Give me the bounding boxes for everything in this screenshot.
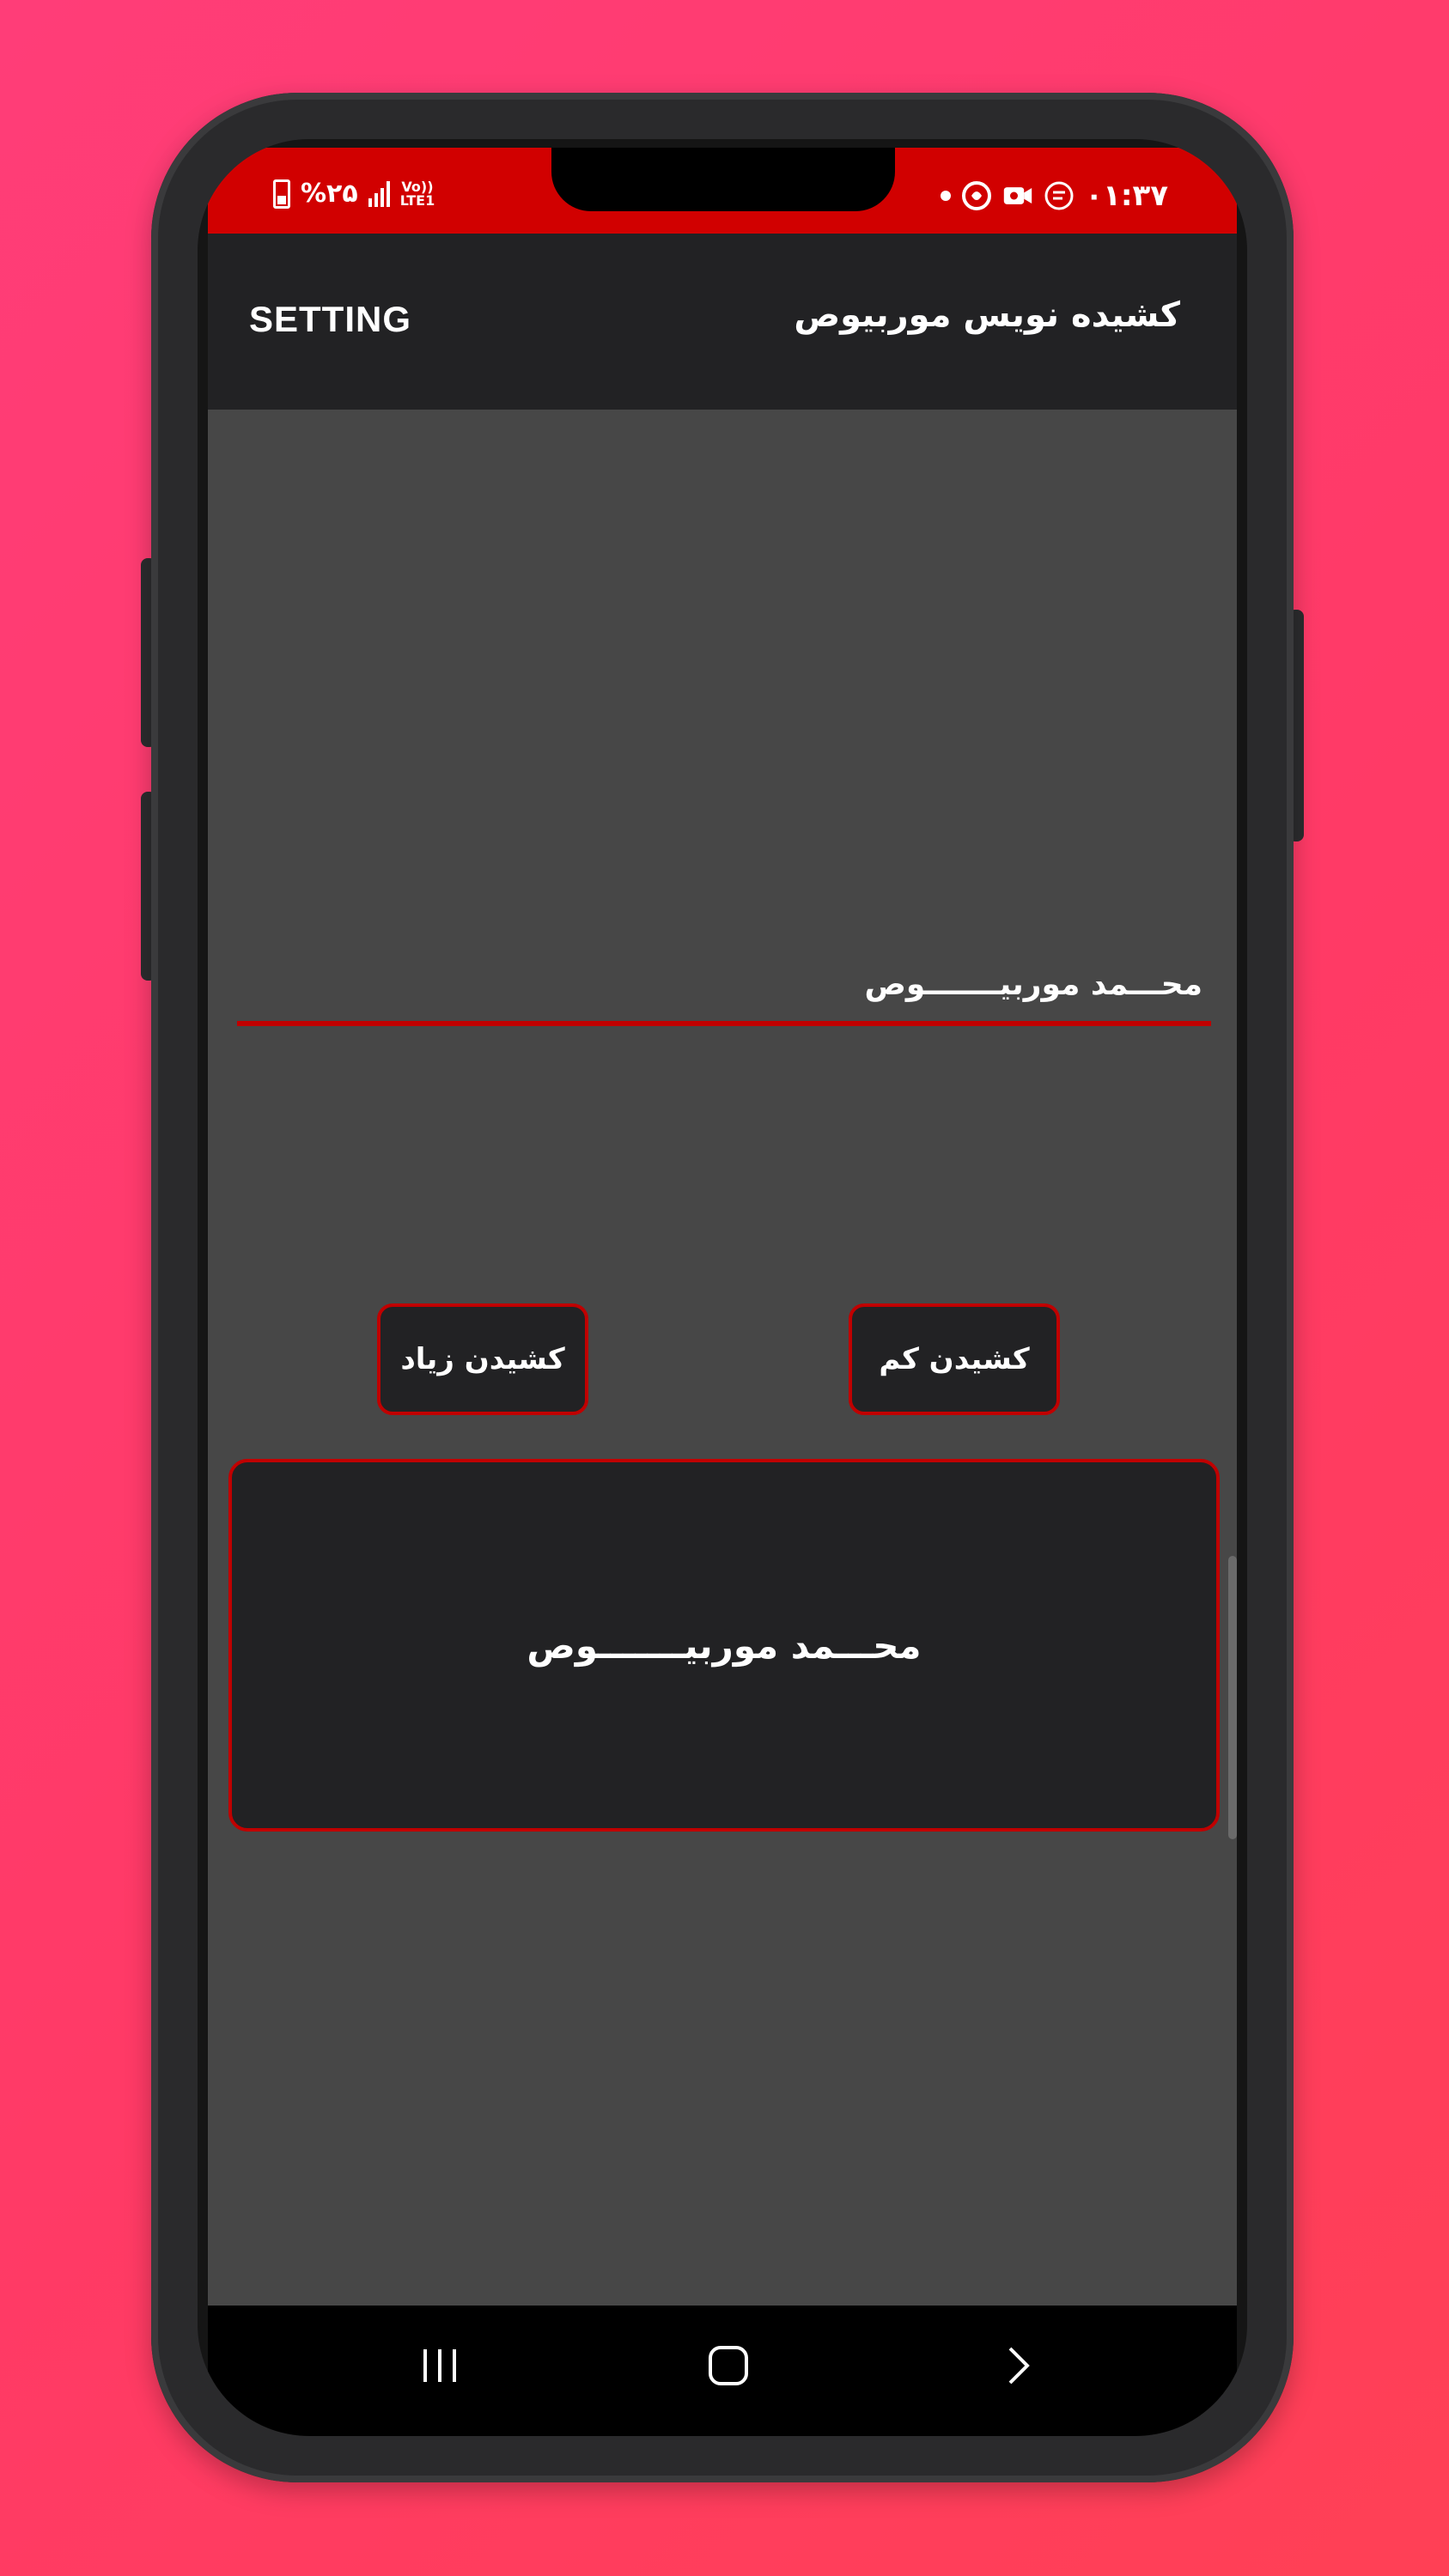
app-title: کشیده نویس موربیوص — [794, 295, 1180, 335]
chat-icon — [1044, 181, 1074, 210]
network-label-bottom: LTE1 — [399, 191, 435, 209]
decrease-stretch-button[interactable]: کشیدن کم — [849, 1303, 1060, 1415]
video-call-icon — [1004, 187, 1032, 204]
increase-stretch-button[interactable]: کشیدن زیاد — [377, 1303, 588, 1415]
app-toolbar: کشیده نویس موربیوص SETTING — [208, 234, 1237, 410]
text-input[interactable]: محـــمد موربیـــــــوص — [237, 951, 1211, 1026]
app-icon — [962, 181, 992, 210]
home-icon[interactable] — [703, 2340, 754, 2391]
scrollbar[interactable] — [1228, 1556, 1237, 1839]
battery-percent: %۲۵ — [301, 179, 358, 209]
phone-frame: %۲۵ Vo)) LTE1 ۰۱:۳۷ کشیده نویس موربیوص S… — [151, 93, 1294, 2482]
input-underline — [237, 1021, 1211, 1026]
recent-apps-icon[interactable] — [414, 2340, 466, 2391]
camera-notch — [551, 148, 895, 211]
signal-icon — [368, 180, 390, 207]
result-box[interactable]: محـــمد موربیـــــــوص — [228, 1459, 1220, 1832]
dot-icon — [941, 191, 952, 201]
clock-time: ۰۱:۳۷ — [1085, 179, 1168, 213]
phone-bezel: %۲۵ Vo)) LTE1 ۰۱:۳۷ کشیده نویس موربیوص S… — [198, 139, 1247, 2436]
status-right: ۰۱:۳۷ — [941, 179, 1168, 213]
text-input-value[interactable]: محـــمد موربیـــــــوص — [864, 951, 1202, 1019]
status-bar: %۲۵ Vo)) LTE1 ۰۱:۳۷ — [208, 148, 1237, 234]
app-screen: %۲۵ Vo)) LTE1 ۰۱:۳۷ کشیده نویس موربیوص S… — [208, 148, 1237, 2436]
status-left: %۲۵ Vo)) LTE1 — [273, 179, 435, 209]
battery-icon — [273, 179, 290, 209]
result-text: محـــمد موربیـــــــوص — [527, 1624, 922, 1667]
lte-icon: Vo)) LTE1 — [399, 179, 435, 209]
back-icon[interactable] — [993, 2340, 1044, 2391]
setting-button[interactable]: SETTING — [249, 299, 411, 340]
navigation-bar — [208, 2306, 1237, 2436]
